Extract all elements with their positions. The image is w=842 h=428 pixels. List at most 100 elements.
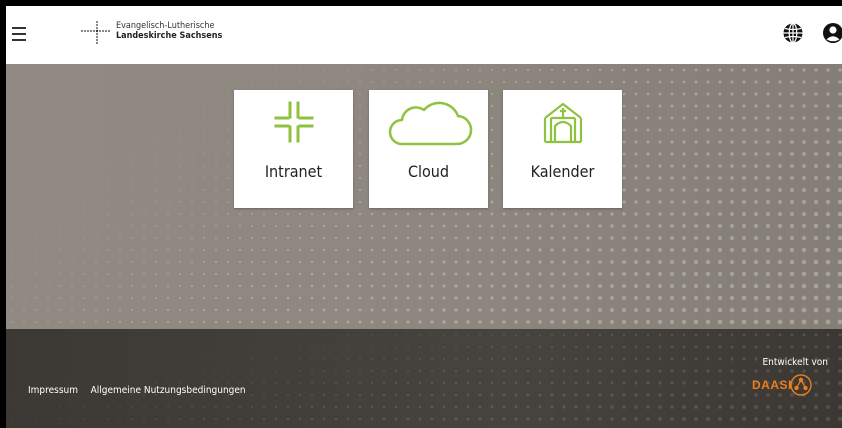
halftone-dot xyxy=(634,176,638,180)
halftone-dot xyxy=(251,370,253,372)
halftone-dot xyxy=(407,81,409,83)
halftone-dot xyxy=(226,272,230,276)
halftone-dot xyxy=(550,345,554,349)
tile-intranet[interactable]: Intranet xyxy=(234,90,353,208)
halftone-dot xyxy=(598,260,602,264)
halftone-dot xyxy=(287,370,289,372)
halftone-dot xyxy=(71,273,73,275)
halftone-dot xyxy=(778,92,782,96)
halftone-dot xyxy=(574,260,578,264)
halftone-dot xyxy=(395,358,397,360)
halftone-dot xyxy=(754,200,758,204)
halftone-dot xyxy=(490,104,494,108)
halftone-dot xyxy=(227,358,229,360)
hamburger-menu-icon[interactable] xyxy=(12,24,32,46)
halftone-dot xyxy=(443,81,445,83)
halftone-dot xyxy=(323,69,325,71)
halftone-dot xyxy=(167,406,169,408)
halftone-dot xyxy=(191,249,193,251)
halftone-dot xyxy=(813,283,819,289)
halftone-dot xyxy=(490,417,494,421)
halftone-dot xyxy=(358,296,362,300)
halftone-dot xyxy=(837,283,842,289)
halftone-dot xyxy=(490,236,494,240)
halftone-dot xyxy=(526,393,530,397)
halftone-dot xyxy=(442,308,446,312)
halftone-dot xyxy=(538,417,542,421)
halftone-dot xyxy=(706,104,710,108)
user-icon[interactable] xyxy=(822,22,842,44)
tile-cloud[interactable]: Cloud xyxy=(369,90,488,208)
tile-kalender-label: Kalender xyxy=(530,162,595,181)
halftone-dot xyxy=(215,141,217,143)
halftone-dot xyxy=(741,235,747,241)
halftone-dot xyxy=(322,308,326,312)
halftone-dot xyxy=(119,309,121,311)
halftone-dot xyxy=(825,175,831,181)
halftone-dot xyxy=(227,237,229,239)
halftone-dot xyxy=(610,68,614,72)
halftone-dot xyxy=(634,152,638,156)
halftone-dot xyxy=(370,272,374,276)
halftone-dot xyxy=(670,92,674,96)
globe-icon[interactable] xyxy=(782,22,804,44)
halftone-dot xyxy=(359,93,361,95)
halftone-dot xyxy=(526,284,530,288)
halftone-dot xyxy=(790,104,794,108)
halftone-dot xyxy=(717,319,723,325)
halftone-dot xyxy=(741,283,747,289)
halftone-dot xyxy=(238,308,242,312)
halftone-dot xyxy=(95,273,97,275)
halftone-dot xyxy=(11,249,13,251)
impressum-link[interactable]: Impressum xyxy=(28,385,78,396)
halftone-dot xyxy=(526,272,530,276)
halftone-dot xyxy=(789,404,795,410)
halftone-dot xyxy=(670,212,674,216)
halftone-dot xyxy=(359,153,361,155)
halftone-dot xyxy=(394,320,398,324)
tile-kalender[interactable]: Kalender xyxy=(503,90,622,208)
terms-of-use-link[interactable]: Allgemeine Nutzungsbedingungen xyxy=(91,385,246,396)
halftone-dot xyxy=(826,116,830,120)
halftone-dot xyxy=(586,248,590,252)
halftone-dot xyxy=(490,248,494,252)
halftone-dot xyxy=(658,128,662,132)
halftone-dot xyxy=(814,345,818,349)
halftone-dot xyxy=(622,381,626,385)
halftone-dot xyxy=(778,188,782,192)
halftone-dot xyxy=(395,346,397,348)
halftone-dot xyxy=(131,321,133,323)
halftone-dot xyxy=(682,333,686,337)
halftone-dot xyxy=(71,261,73,263)
halftone-dot xyxy=(203,177,205,179)
halftone-dot xyxy=(718,80,722,84)
footer: Impressum Allgemeine Nutzungsbedingungen… xyxy=(6,329,842,428)
halftone-dot xyxy=(107,213,109,215)
halftone-dot xyxy=(394,284,398,288)
halftone-dot xyxy=(238,260,242,264)
halftone-dot xyxy=(466,320,470,324)
halftone-dot xyxy=(622,405,626,409)
halftone-dot xyxy=(502,357,506,361)
halftone-dot xyxy=(670,104,674,108)
halftone-dot xyxy=(837,416,842,422)
halftone-dot xyxy=(753,416,759,422)
halftone-dot xyxy=(71,249,73,251)
halftone-dot xyxy=(754,164,758,168)
halftone-dot xyxy=(143,309,145,311)
halftone-dot xyxy=(167,418,169,420)
halftone-dot xyxy=(622,284,626,288)
halftone-dot xyxy=(705,283,711,289)
halftone-dot xyxy=(59,321,61,323)
halftone-dot xyxy=(83,189,85,191)
halftone-dot xyxy=(143,189,145,191)
halftone-dot xyxy=(694,417,698,421)
halftone-dot xyxy=(550,68,554,72)
halftone-dot xyxy=(178,308,182,312)
halftone-dot xyxy=(394,381,398,385)
halftone-dot xyxy=(730,164,734,168)
halftone-dot xyxy=(682,357,686,361)
halftone-dot xyxy=(754,393,758,397)
halftone-dot xyxy=(502,260,506,264)
halftone-dot xyxy=(789,416,795,422)
